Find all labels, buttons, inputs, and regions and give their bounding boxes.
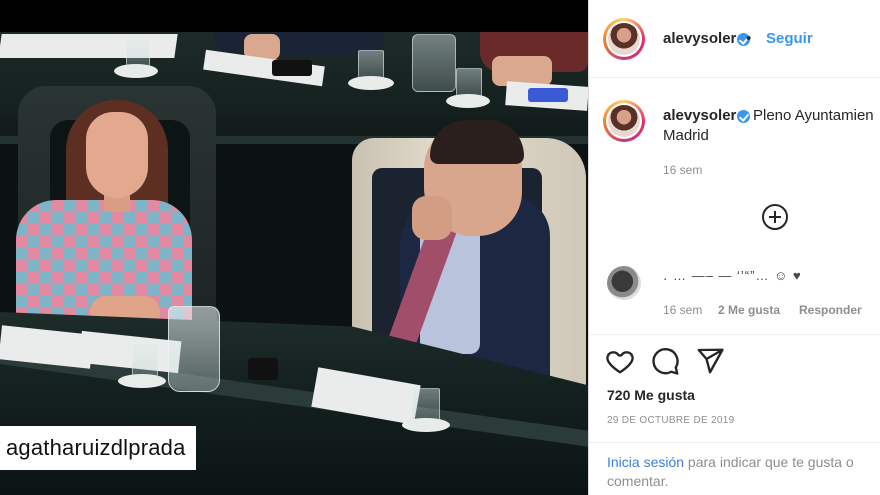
follow-button[interactable]: Seguir	[766, 30, 813, 47]
separator-dot: •	[746, 30, 752, 47]
man-hair	[430, 120, 524, 164]
water-glass	[412, 388, 440, 422]
caption-username-link[interactable]: alevysoler	[663, 107, 736, 124]
water-glass	[132, 344, 158, 378]
post-header: alevysoler • Seguir	[589, 0, 880, 78]
saucer	[114, 64, 158, 78]
phone	[272, 60, 312, 76]
phone	[528, 88, 568, 102]
comment-likes-link[interactable]: 2 Me gusta	[718, 303, 780, 317]
username-link[interactable]: alevysoler	[663, 30, 736, 47]
post-photo[interactable]: agatharuizdlprada	[0, 0, 588, 495]
saucer	[446, 94, 490, 108]
post-sidebar: alevysoler • Seguir alevysoler Pleno Ayu…	[588, 0, 880, 495]
comment-text: ․ … ―‒ — ‘’“”… ☺ ♥	[663, 268, 802, 283]
man-hand	[412, 196, 452, 240]
saucer	[118, 374, 166, 388]
likes-count[interactable]: 720 Me gusta	[607, 387, 695, 403]
login-divider	[589, 442, 880, 443]
photo-watermark-label: agatharuizdlprada	[0, 426, 196, 470]
avatar[interactable]	[603, 18, 645, 60]
caption-avatar[interactable]	[603, 100, 645, 142]
caption-timestamp[interactable]: 16 sem	[663, 163, 702, 177]
woman-face	[86, 112, 148, 198]
photo-top-band	[0, 0, 588, 32]
comment-timestamp[interactable]: 16 sem	[663, 303, 702, 317]
login-prompt: Inicia sesión para indicar que te gusta …	[607, 454, 854, 470]
verified-badge-icon	[737, 110, 750, 123]
login-link[interactable]: Inicia sesión	[607, 454, 684, 470]
water-pitcher	[168, 306, 220, 392]
login-prompt-text: para indicar que te gusta o	[684, 454, 854, 470]
paper-sheet	[0, 34, 178, 58]
load-more-comments-icon[interactable]	[762, 204, 788, 230]
water-pitcher	[412, 34, 456, 92]
saucer	[348, 76, 394, 90]
caption-text-line2: Madrid	[663, 127, 709, 144]
comment-icon[interactable]	[650, 346, 680, 376]
saucer	[402, 418, 450, 432]
heart-icon[interactable]	[605, 346, 635, 376]
phone	[248, 358, 278, 380]
commenter-avatar[interactable]	[607, 266, 641, 300]
post-date[interactable]: 29 DE OCTUBRE DE 2019	[607, 415, 734, 426]
login-prompt-line2: comentar.	[607, 473, 669, 489]
caption-text: Pleno Ayuntamien	[753, 107, 874, 124]
comment-reply-button[interactable]: Responder	[799, 303, 862, 317]
actions-divider	[589, 334, 880, 335]
share-icon[interactable]	[695, 346, 725, 376]
